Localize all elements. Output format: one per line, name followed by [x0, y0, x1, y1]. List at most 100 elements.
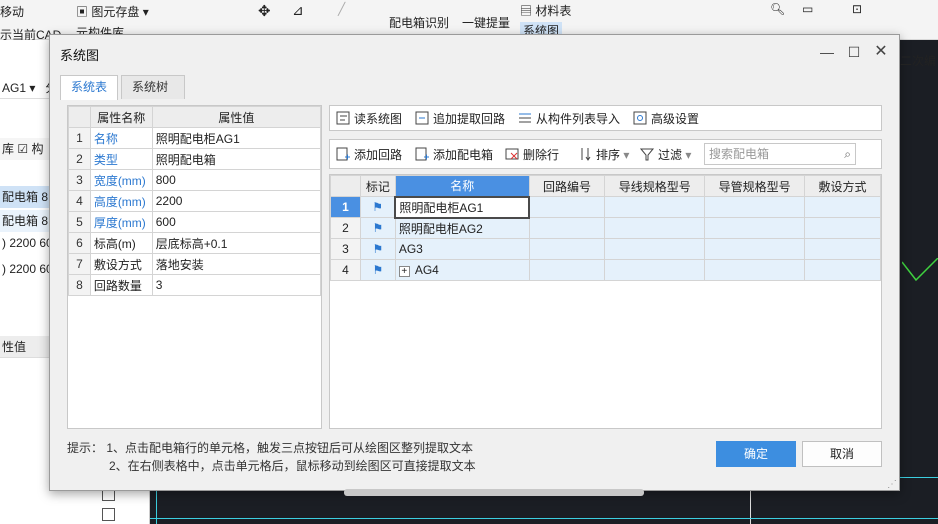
resize-grip-icon[interactable]: ⋰ — [887, 479, 897, 490]
search-icon[interactable]: ⌕ — [844, 144, 851, 164]
prop-row[interactable]: 7 敷设方式 落地安装 — [68, 253, 322, 275]
prop-value[interactable]: 800 — [151, 169, 322, 191]
grid-cell[interactable] — [604, 196, 706, 218]
grid-cell[interactable] — [704, 196, 806, 218]
line-tool-icon[interactable]: ╱ — [338, 2, 345, 16]
search-box-input[interactable]: 搜索配电箱 ⌕ — [704, 143, 856, 165]
grid-cell[interactable] — [528, 217, 606, 239]
sort-label: 排序 — [596, 148, 621, 162]
grid-row-num[interactable]: 3 — [330, 238, 361, 260]
import-list-button[interactable]: 从构件列表导入 — [518, 110, 620, 128]
filter-dropdown-icon: ▾ — [685, 148, 692, 162]
grid-mark-cell[interactable]: ⚑ — [359, 238, 396, 260]
read-system-button[interactable]: 读系统图 — [336, 110, 402, 128]
ribbon-select-icon[interactable]: ⊡ — [852, 2, 862, 16]
grid-name-cell[interactable]: AG3 — [394, 238, 530, 260]
prop-value[interactable]: 600 — [151, 211, 322, 233]
prop-value[interactable]: 2200 — [151, 190, 322, 212]
move-tool-icon[interactable]: ✥ — [258, 2, 271, 20]
delete-row-button[interactable]: 删除行 — [505, 146, 559, 164]
grid-name-cell[interactable]: 照明配电柜AG1 — [394, 195, 531, 219]
grid-header-laying[interactable]: 敷设方式 — [804, 175, 881, 197]
ribbon-material[interactable]: ▤ 材料表 — [520, 2, 571, 19]
grid-name-cell[interactable]: + AG4 — [394, 259, 530, 281]
grid-name-cell[interactable]: 照明配电柜AG2 — [394, 217, 530, 239]
close-icon[interactable]: ✕ — [872, 43, 890, 61]
expand-icon[interactable]: + — [398, 266, 410, 277]
ribbon-move[interactable]: 移动 — [0, 3, 24, 20]
grid-cell[interactable] — [804, 217, 881, 239]
grid-cell[interactable] — [804, 196, 881, 218]
grid-mark-cell[interactable]: ⚑ — [359, 196, 396, 218]
grid-name-text: AG4 — [414, 263, 439, 277]
flag-icon[interactable]: ⚑ — [372, 242, 383, 256]
ribbon-find-icon[interactable]: 🔍︎ — [770, 2, 785, 16]
flag-icon[interactable]: ⚑ — [372, 221, 383, 235]
prop-row[interactable]: 8 回路数量 3 — [68, 274, 322, 296]
grid-cell[interactable] — [604, 217, 706, 239]
grid-row[interactable]: 4 ⚑ + AG4 — [330, 259, 881, 281]
prop-row[interactable]: 5 厚度(mm) 600 — [68, 211, 322, 233]
prop-row[interactable]: 4 高度(mm) 2200 — [68, 190, 322, 212]
prop-row[interactable]: 1 名称 照明配电柜AG1 — [68, 127, 322, 149]
filter-button[interactable]: 过滤 ▾ — [639, 146, 692, 164]
minimize-icon[interactable]: — — [818, 43, 836, 61]
prop-value[interactable]: 照明配电箱 — [151, 148, 322, 170]
prop-name: 回路数量 — [89, 274, 153, 296]
prop-row[interactable]: 3 宽度(mm) 800 — [68, 169, 322, 191]
prop-value[interactable]: 3 — [151, 274, 322, 296]
grid-row-num[interactable]: 4 — [330, 259, 361, 281]
import-list-label: 从构件列表导入 — [536, 112, 621, 126]
tab-system-tree[interactable]: 系统树 — [121, 75, 185, 99]
grid-row[interactable]: 3 ⚑ AG3 — [330, 238, 881, 260]
hint-line-2: 2、在右侧表格中，点击单元格后，鼠标移动到绘图区可直接提取文本 — [109, 459, 476, 473]
grid-cell[interactable] — [804, 238, 881, 260]
grid-cell[interactable] — [528, 196, 606, 218]
maximize-icon[interactable]: ☐ — [845, 43, 863, 61]
append-extract-button[interactable]: 追加提取回路 — [415, 110, 505, 128]
ribbon-box-recog[interactable]: 配电箱识别 — [389, 14, 449, 31]
flag-icon[interactable]: ⚑ — [372, 200, 383, 214]
grid-cell[interactable] — [604, 259, 706, 281]
grid-header-wire[interactable]: 导线规格型号 — [604, 175, 706, 197]
mirror-tool-icon[interactable]: ⊿ — [292, 2, 304, 19]
grid-row[interactable]: 1 ⚑ 照明配电柜AG1 — [330, 195, 881, 219]
prop-value[interactable]: 落地安装 — [151, 253, 322, 275]
grid-cell[interactable] — [704, 238, 806, 260]
grid-mark-cell[interactable]: ⚑ — [359, 217, 396, 239]
prop-row-num: 8 — [68, 274, 91, 296]
add-box-button[interactable]: 添加配电箱 — [415, 146, 493, 164]
ribbon-table-icon[interactable]: ▭ — [802, 2, 813, 16]
grid-mark-cell[interactable]: ⚑ — [359, 259, 396, 281]
grid-header-mark[interactable]: 标记 — [359, 175, 396, 197]
grid-row[interactable]: 2 ⚑ 照明配电柜AG2 — [330, 217, 881, 239]
prop-row-num: 7 — [68, 253, 91, 275]
grid-row-num[interactable]: 1 — [330, 196, 361, 218]
grid-cell[interactable] — [528, 259, 606, 281]
advanced-settings-button[interactable]: 高级设置 — [633, 110, 699, 128]
ribbon-one-key[interactable]: 一键提量 — [462, 14, 510, 31]
add-circuit-button[interactable]: 添加回路 — [336, 146, 402, 164]
horizontal-scrollbar[interactable] — [344, 489, 644, 496]
left-checkbox[interactable] — [102, 508, 115, 521]
grid-header-circuit[interactable]: 回路编号 — [528, 175, 606, 197]
grid-cell[interactable] — [804, 259, 881, 281]
ok-button[interactable]: 确定 — [716, 441, 796, 467]
prop-row[interactable]: 6 标高(m) 层底标高+0.1 — [68, 232, 322, 254]
grid-row-num[interactable]: 2 — [330, 217, 361, 239]
flag-icon[interactable]: ⚑ — [372, 263, 383, 277]
grid-header-name[interactable]: 名称 — [394, 175, 530, 197]
sort-button[interactable]: 排序 ▾ — [578, 146, 629, 164]
append-extract-icon — [415, 111, 429, 125]
grid-cell[interactable] — [604, 238, 706, 260]
grid-header-conduit[interactable]: 导管规格型号 — [704, 175, 806, 197]
tab-system-table[interactable]: 系统表 — [60, 75, 118, 100]
prop-value[interactable]: 照明配电柜AG1 — [151, 127, 322, 149]
grid-cell[interactable] — [528, 238, 606, 260]
prop-row[interactable]: 2 类型 照明配电箱 — [68, 148, 322, 170]
grid-cell[interactable] — [704, 217, 806, 239]
ribbon-save-elem[interactable]: ▣ 图元存盘 ▾ — [76, 3, 149, 20]
cancel-button[interactable]: 取消 — [802, 441, 882, 467]
prop-value[interactable]: 层底标高+0.1 — [151, 232, 322, 254]
grid-cell[interactable] — [704, 259, 806, 281]
